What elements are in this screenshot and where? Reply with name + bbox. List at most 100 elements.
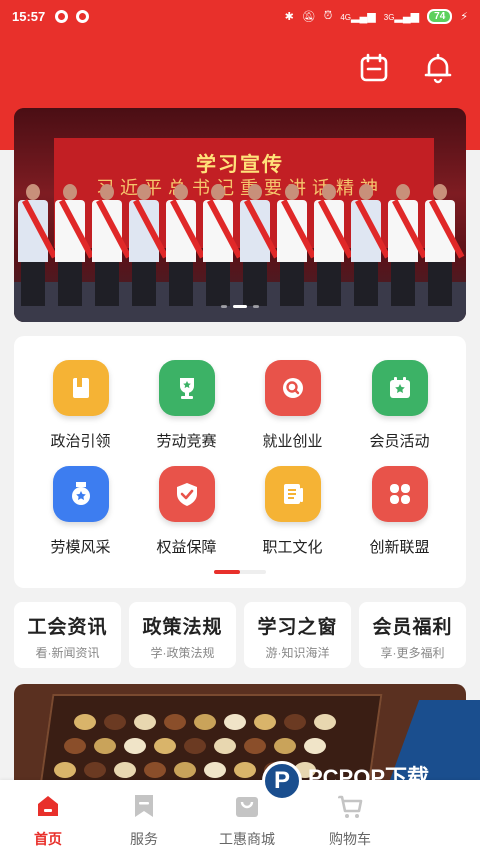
services-grid: 政治引领 劳动竞赛 就业创业 会员活动 劳模风采 权益保障 职工文化 创新联盟 [14,336,466,588]
book-icon [52,360,109,416]
shield-check-icon [158,466,215,522]
chocolate-piece [124,738,146,754]
signal-icon: 3G▂▄▆ [383,10,420,23]
chocolate-piece [274,738,296,754]
chocolate-piece [194,714,216,730]
alarm-icon: ⏰︎ [323,9,333,22]
photo-person [203,184,243,306]
medal-icon [52,466,109,522]
calendar-star-icon [371,360,428,416]
chocolate-piece [234,762,256,778]
watermark-sub: PCPOP Download [308,792,388,801]
category-sub: 看·新闻资讯 [35,646,100,660]
document-icon [264,466,321,522]
battery-indicator: 74 [427,8,453,24]
bluetooth-icon: ✱ [284,10,294,23]
tab-label: 工惠商城 [219,831,275,847]
service-label: 政治引领 [50,433,111,450]
photo-person [92,184,132,306]
category-title: 工会资讯 [27,617,108,638]
signal-icon: 4G▂▄▆ [340,10,376,23]
shopping-bag-icon [236,797,258,817]
category-title: 政策法规 [142,617,223,638]
category-row: 工会资讯 看·新闻资讯 政策法规 学·政策法规 学习之窗 游·知识海洋 会员福利… [14,602,466,668]
photo-person [18,184,58,306]
photo-person [388,184,428,306]
services-pager [214,570,266,574]
banner-carousel[interactable]: 学习宣传 习近平总书记重要讲话精神 [14,108,466,322]
tab-home[interactable]: 首页 [0,780,96,854]
status-bar: 15:57 ✱ 🔕︎ ⏰︎ 4G▂▄▆ 3G▂▄▆ 74 ⚡ [0,0,480,32]
watermark: P PCPOP下载 PCPOP Download [262,760,429,801]
chocolate-piece [154,738,176,754]
service-label: 职工文化 [262,539,323,556]
service-item-staff-culture[interactable]: 职工文化 [236,466,349,557]
chocolate-piece [64,738,86,754]
category-policy[interactable]: 政策法规 学·政策法规 [129,602,236,668]
service-item-employment[interactable]: 就业创业 [236,360,349,451]
service-item-political[interactable]: 政治引领 [24,360,137,451]
category-sub: 学·政策法规 [150,646,215,660]
chocolate-piece [104,714,126,730]
chocolate-piece [304,738,326,754]
trophy-icon [158,360,215,416]
charging-icon: ⚡ [460,10,468,23]
notification-dot-icon [55,9,69,23]
watermark-logo: P [262,760,302,801]
category-union-news[interactable]: 工会资讯 看·新闻资讯 [14,602,121,668]
service-item-model-workers[interactable]: 劳模风采 [24,466,137,557]
banner-dot [253,305,259,308]
service-item-rights-protection[interactable]: 权益保障 [130,466,243,557]
banner-dot [221,305,227,308]
chocolate-piece [114,762,136,778]
chocolate-piece [244,738,266,754]
chocolate-piece [144,762,166,778]
chocolate-piece [54,762,76,778]
tab-label: 首页 [34,831,62,847]
four-squares-icon [371,466,428,522]
chocolate-piece [74,714,96,730]
category-sub: 游·知识海洋 [265,646,330,660]
photo-person [240,184,280,306]
tab-services[interactable]: 服务 [96,780,192,854]
photo-person [425,184,465,306]
chocolate-piece [94,738,116,754]
category-benefits[interactable]: 会员福利 享·更多福利 [359,602,466,668]
chocolate-piece [134,714,156,730]
service-label: 就业创业 [262,433,323,450]
pager-active [214,570,240,574]
service-item-innovation-alliance[interactable]: 创新联盟 [343,466,456,557]
category-sub: 享·更多福利 [380,646,445,660]
calendar-icon[interactable] [358,52,390,84]
chocolate-piece [254,714,276,730]
photo-person [351,184,391,306]
chocolate-piece [284,714,306,730]
photo-person [277,184,317,306]
bell-icon[interactable] [422,52,454,84]
home-icon [38,796,58,816]
photo-person [314,184,354,306]
watermark-text: PCPOP下载 [308,765,430,790]
banner-title: 学习宣传 [196,152,284,176]
chocolate-piece [164,714,186,730]
status-time: 15:57 [12,8,46,24]
chocolate-piece [214,738,236,754]
category-title: 学习之窗 [257,617,338,638]
bookmark-icon [135,795,153,817]
notification-dot-icon [76,9,90,23]
mute-icon: 🔕︎ [301,10,316,23]
search-icon [264,360,321,416]
photo-person [166,184,206,306]
service-label: 劳模风采 [50,539,111,556]
category-learning[interactable]: 学习之窗 游·知识海洋 [244,602,351,668]
service-label: 权益保障 [156,539,217,556]
category-title: 会员福利 [372,617,453,638]
chocolate-piece [204,762,226,778]
chocolate-piece [314,714,336,730]
service-item-labor-contest[interactable]: 劳动竞赛 [130,360,243,451]
chocolate-piece [174,762,196,778]
service-item-member-activity[interactable]: 会员活动 [343,360,456,451]
tab-label: 服务 [130,831,158,847]
photo-person [55,184,95,306]
service-label: 创新联盟 [369,539,430,556]
